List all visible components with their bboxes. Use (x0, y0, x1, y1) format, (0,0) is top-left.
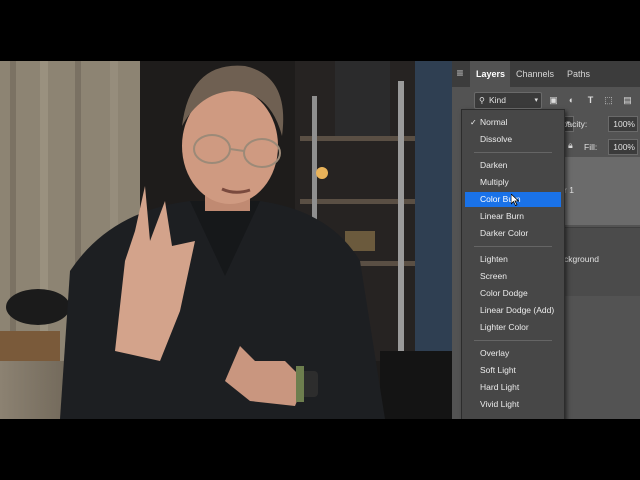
fill-control: Fill: 100% (556, 139, 640, 155)
menu-item-multiply[interactable]: Multiply (465, 175, 561, 190)
menu-separator (474, 152, 552, 153)
menu-item-color-dodge[interactable]: Color Dodge (465, 286, 561, 301)
layer-name: r 1 (564, 185, 574, 195)
menu-item-lighten[interactable]: Lighten (465, 252, 561, 267)
opacity-control: Opacity: 100% (556, 116, 640, 132)
menu-separator (474, 340, 552, 341)
image-filter-icon[interactable]: ▣ (548, 95, 559, 106)
panel-tab-bar: ≡ Layers Channels Paths (452, 61, 640, 87)
tab-channels[interactable]: Channels (510, 61, 560, 87)
tab-layers[interactable]: Layers (470, 61, 510, 87)
menu-item-dissolve[interactable]: Dissolve (465, 132, 561, 147)
layer-row-selected[interactable]: r 1 (564, 157, 640, 225)
kind-filter-select[interactable]: ⚲ Kind ▾ (474, 92, 542, 109)
presenter-illustration (0, 61, 452, 419)
menu-item-darken[interactable]: Darken (465, 158, 561, 173)
opacity-input[interactable]: 100% (608, 116, 638, 132)
menu-item-overlay[interactable]: Overlay (465, 346, 561, 361)
blend-mode-menu: ✓ Normal Dissolve Darken Multiply Color … (461, 109, 565, 422)
menu-item-linear-dodge[interactable]: Linear Dodge (Add) (465, 303, 561, 318)
menu-item-soft-light[interactable]: Soft Light (465, 363, 561, 378)
type-filter-icon[interactable]: T (585, 95, 596, 106)
layer-name: ckground (564, 254, 599, 264)
menu-item-linear-burn[interactable]: Linear Burn (465, 209, 561, 224)
checkmark-icon: ✓ (470, 118, 477, 127)
menu-item-vivid-light[interactable]: Vivid Light (465, 397, 561, 412)
hamburger-icon[interactable]: ≡ (454, 67, 466, 79)
letterbox-top (0, 0, 640, 61)
menu-item-hard-light[interactable]: Hard Light (465, 380, 561, 395)
layer-filter-row: ⚲ Kind ▾ ▣ ◐ T ⬚ ▤ (452, 89, 640, 111)
menu-item-normal[interactable]: ✓ Normal (465, 115, 561, 130)
adjustment-filter-icon[interactable]: ◐ (566, 95, 577, 106)
kind-filter-label: Kind (489, 95, 507, 105)
search-icon: ⚲ (479, 96, 485, 105)
shape-filter-icon[interactable]: ⬚ (603, 95, 614, 106)
fill-input[interactable]: 100% (608, 139, 638, 155)
layer-row-background[interactable]: ckground (564, 227, 640, 296)
menu-item-lighter-color[interactable]: Lighter Color (465, 320, 561, 335)
menu-separator (474, 246, 552, 247)
smart-object-filter-icon[interactable]: ▤ (622, 95, 633, 106)
menu-item-darker-color[interactable]: Darker Color (465, 226, 561, 241)
presenter-video (0, 61, 452, 419)
fill-label: Fill: (584, 142, 598, 152)
mouse-pointer-icon (511, 194, 519, 206)
chevron-down-icon: ▾ (534, 97, 538, 104)
menu-item-color-burn[interactable]: Color Burn (465, 192, 561, 207)
menu-item-screen[interactable]: Screen (465, 269, 561, 284)
tab-paths[interactable]: Paths (561, 61, 596, 87)
letterbox-bottom (0, 419, 640, 480)
